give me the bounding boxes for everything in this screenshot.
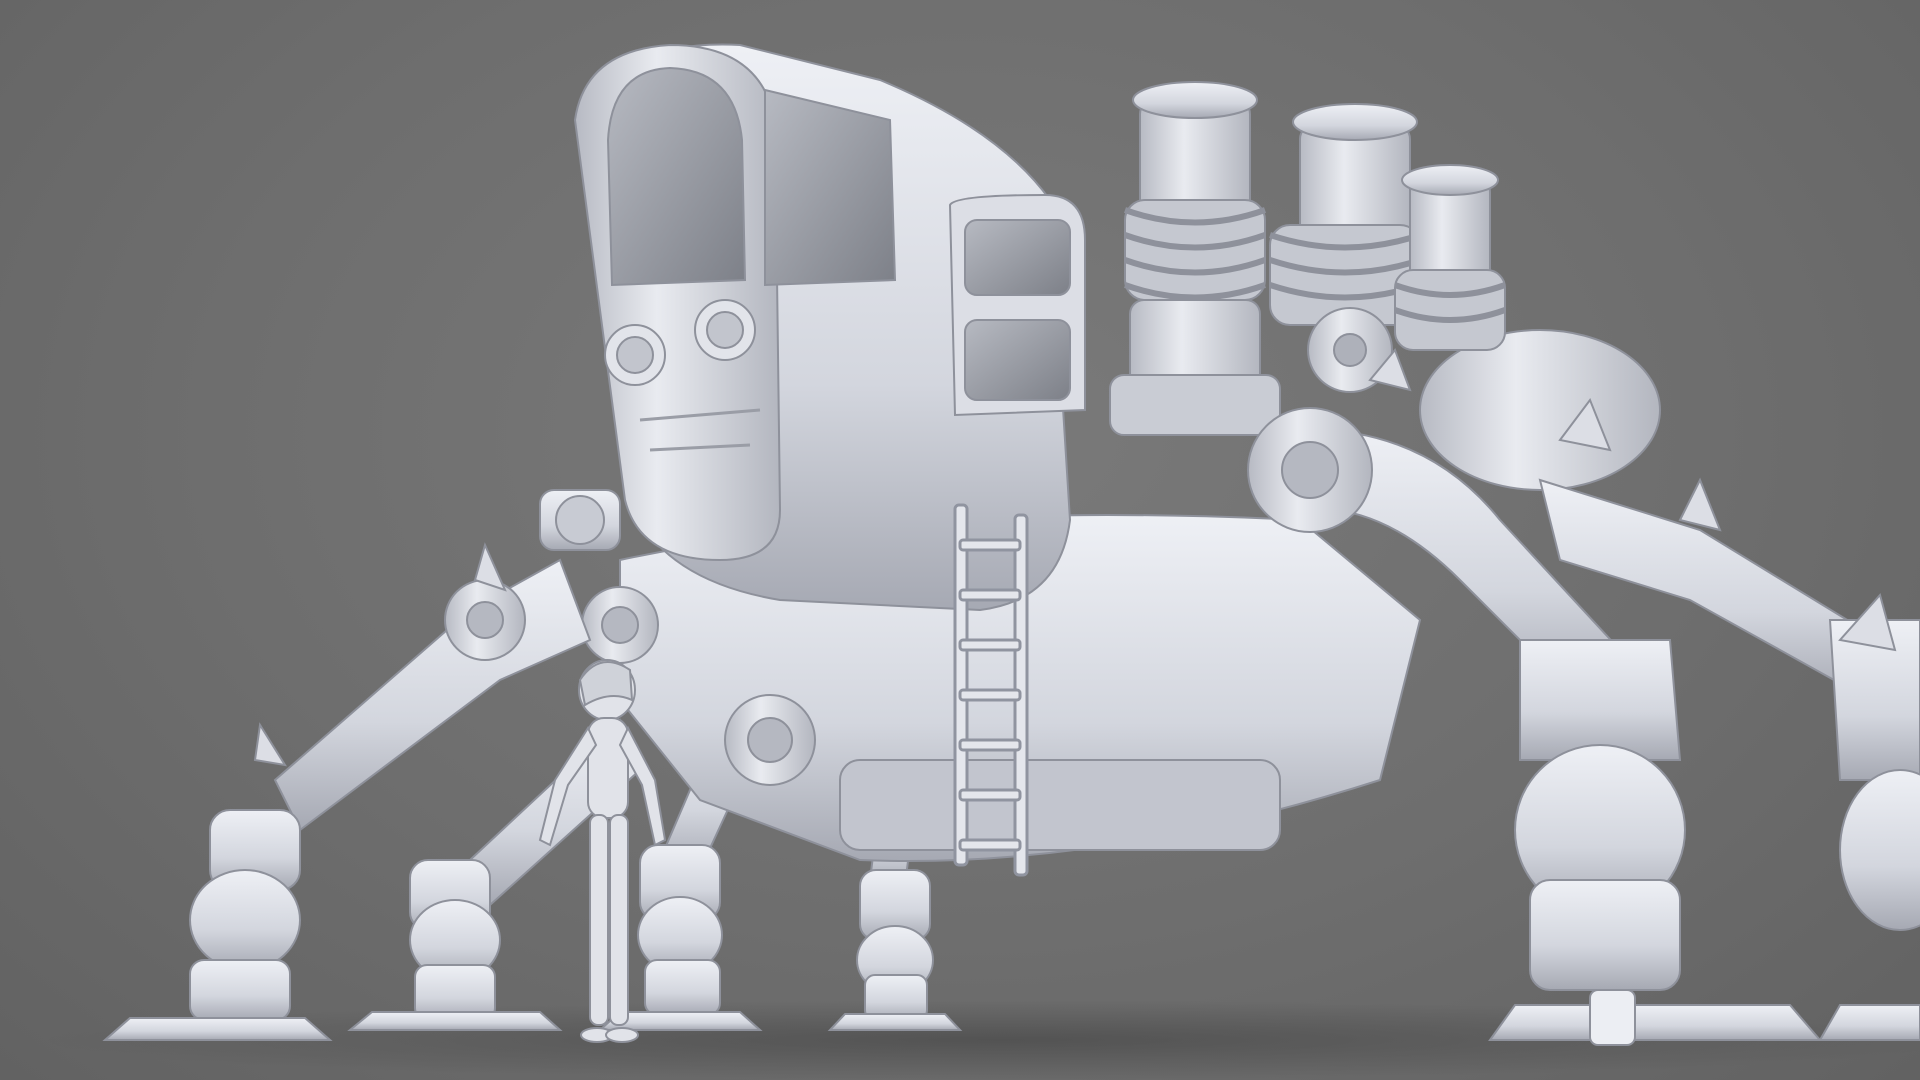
mech-leg-front-left [102,489,621,1041]
engine-cylinder-3 [1393,164,1507,351]
windshield [606,66,747,287]
render-canvas [0,0,1920,1080]
cockpit-pod [573,43,1086,612]
mech-render [40,43,1920,1080]
engine-cylinder-2 [1269,103,1421,393]
engine-cylinder-1 [1109,81,1281,436]
